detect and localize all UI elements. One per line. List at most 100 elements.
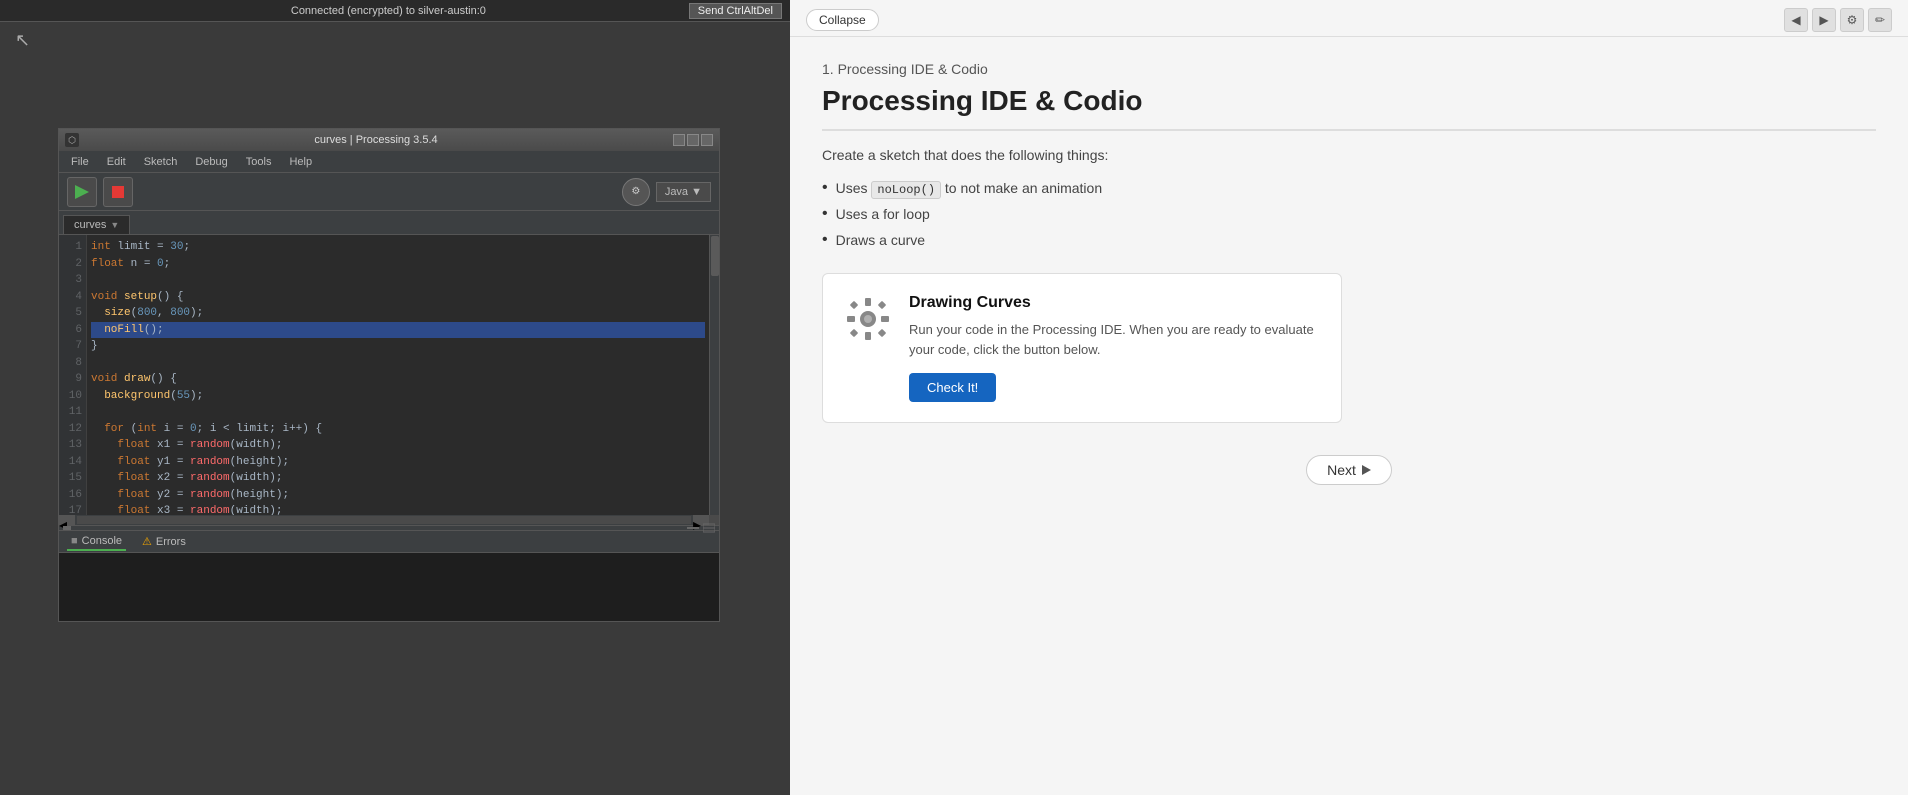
top-bar: Connected (encrypted) to silver-austin:0… <box>0 0 790 22</box>
bullet-list: Uses noLoop() to not make an animation U… <box>822 179 1876 249</box>
list-item: Uses a for loop <box>822 205 1876 223</box>
card-body: Drawing Curves Run your code in the Proc… <box>909 294 1321 402</box>
minimize-btn[interactable] <box>673 134 685 146</box>
menu-edit[interactable]: Edit <box>99 154 134 170</box>
ide-menubar: File Edit Sketch Debug Tools Help <box>59 151 719 173</box>
list-item: Draws a curve <box>822 231 1876 249</box>
scrollbar-thumb[interactable] <box>711 236 719 276</box>
play-icon <box>75 185 89 199</box>
console-tab[interactable]: ■ Console <box>67 533 126 551</box>
code-line: size(800, 800); <box>91 305 705 322</box>
lesson-title: Processing IDE & Codio <box>822 85 1876 131</box>
code-line: float x3 = random(width); <box>91 503 705 515</box>
next-label: Next <box>1327 462 1356 478</box>
scrollbar-vertical[interactable] <box>709 235 719 515</box>
code-line: noFill(); <box>91 322 705 339</box>
code-line: float y1 = random(height); <box>91 454 705 471</box>
nav-controls: ◀ ▶ ⚙ ✏ <box>1784 8 1892 32</box>
menu-help[interactable]: Help <box>281 154 320 170</box>
collapse-button[interactable]: Collapse <box>806 9 879 31</box>
console-label: Console <box>82 535 122 547</box>
ide-toolbar: ⚙ Java ▼ <box>59 173 719 211</box>
settings-button[interactable]: ⚙ <box>1840 8 1864 32</box>
tab-arrow: ▼ <box>110 220 119 230</box>
tab-label: curves <box>74 219 106 231</box>
ide-title: curves | Processing 3.5.4 <box>83 134 669 146</box>
processing-icon <box>845 296 891 342</box>
scrollbar-horizontal[interactable] <box>77 516 691 524</box>
resize-icons <box>687 522 715 534</box>
panel-icon <box>703 522 715 534</box>
close-btn[interactable] <box>701 134 713 146</box>
lesson-intro: Create a sketch that does the following … <box>822 147 1876 163</box>
warning-icon: ⚠ <box>142 535 152 548</box>
connection-title: Connected (encrypted) to silver-austin:0 <box>88 5 689 17</box>
java-mode-button[interactable]: Java ▼ <box>656 182 711 202</box>
info-card: Drawing Curves Run your code in the Proc… <box>822 273 1342 423</box>
console-output[interactable] <box>59 553 719 621</box>
check-it-button[interactable]: Check It! <box>909 373 996 402</box>
code-line <box>91 355 705 372</box>
right-content: 1. Processing IDE & Codio Processing IDE… <box>790 37 1908 795</box>
next-arrow-icon <box>1362 465 1371 475</box>
code-line: } <box>91 338 705 355</box>
code-line: float x2 = random(width); <box>91 470 705 487</box>
stop-button[interactable] <box>103 177 133 207</box>
code-line: void setup() { <box>91 289 705 306</box>
code-line: float y2 = random(height); <box>91 487 705 504</box>
card-title: Drawing Curves <box>909 294 1321 312</box>
curves-tab[interactable]: curves ▼ <box>63 215 130 234</box>
resize-grip <box>63 526 71 530</box>
run-button[interactable] <box>67 177 97 207</box>
console-bar: ■ Console ⚠ Errors <box>59 531 719 553</box>
maximize-btn[interactable] <box>687 134 699 146</box>
right-header: Collapse ◀ ▶ ⚙ ✏ <box>790 0 1908 37</box>
nav-prev-button[interactable]: ◀ <box>1784 8 1808 32</box>
list-text: Uses a for loop <box>836 206 930 222</box>
menu-file[interactable]: File <box>63 154 97 170</box>
list-text: Draws a curve <box>836 232 925 248</box>
edit-button[interactable]: ✏ <box>1868 8 1892 32</box>
code-noloop: noLoop() <box>871 181 941 199</box>
errors-tab[interactable]: ⚠ Errors <box>138 533 190 550</box>
ide-icon: ⬡ <box>65 133 79 147</box>
right-panel: Collapse ◀ ▶ ⚙ ✏ 1. Processing IDE & Cod… <box>790 0 1908 795</box>
menu-tools[interactable]: Tools <box>238 154 280 170</box>
stop-icon <box>112 186 124 198</box>
mouse-cursor: ↖ <box>15 30 30 51</box>
list-text: Uses noLoop() to not make an animation <box>836 180 1103 197</box>
errors-label: Errors <box>156 536 186 548</box>
nav-next-button[interactable]: ▶ <box>1812 8 1836 32</box>
ide-tab-bar: curves ▼ <box>59 211 719 235</box>
code-line <box>91 404 705 421</box>
split-icon <box>687 522 699 534</box>
window-controls <box>673 134 713 146</box>
line-numbers: 12345 678910 1112131415 1617181920 <box>59 235 87 515</box>
next-button[interactable]: Next <box>1306 455 1392 485</box>
ide-window: ⬡ curves | Processing 3.5.4 File Edit Sk… <box>58 128 720 622</box>
card-icon <box>843 294 893 344</box>
next-btn-container: Next <box>822 455 1876 485</box>
code-line: for (int i = 0; i < limit; i++) { <box>91 421 705 438</box>
list-item: Uses noLoop() to not make an animation <box>822 179 1876 197</box>
code-editor[interactable]: 12345 678910 1112131415 1617181920 int l… <box>59 235 719 515</box>
code-line: background(55); <box>91 388 705 405</box>
code-line: float n = 0; <box>91 256 705 273</box>
debugger-button[interactable]: ⚙ <box>622 178 650 206</box>
send-ctrl-button[interactable]: Send CtrlAltDel <box>689 3 782 19</box>
ide-console: ■ Console ⚠ Errors <box>59 531 719 621</box>
scroll-left-btn[interactable]: ◂ <box>59 515 75 525</box>
code-line <box>91 272 705 289</box>
code-content[interactable]: int limit = 30; float n = 0; void setup(… <box>87 235 709 515</box>
lesson-number: 1. Processing IDE & Codio <box>822 61 1876 77</box>
left-panel: Connected (encrypted) to silver-austin:0… <box>0 0 790 795</box>
console-icon: ■ <box>71 535 78 547</box>
code-line: void draw() { <box>91 371 705 388</box>
card-text: Run your code in the Processing IDE. Whe… <box>909 320 1321 359</box>
menu-sketch[interactable]: Sketch <box>136 154 186 170</box>
ide-titlebar: ⬡ curves | Processing 3.5.4 <box>59 129 719 151</box>
scrollbar-horizontal-area: ◂ ▸ <box>59 515 719 525</box>
menu-debug[interactable]: Debug <box>187 154 235 170</box>
code-line: int limit = 30; <box>91 239 705 256</box>
code-line: float x1 = random(width); <box>91 437 705 454</box>
